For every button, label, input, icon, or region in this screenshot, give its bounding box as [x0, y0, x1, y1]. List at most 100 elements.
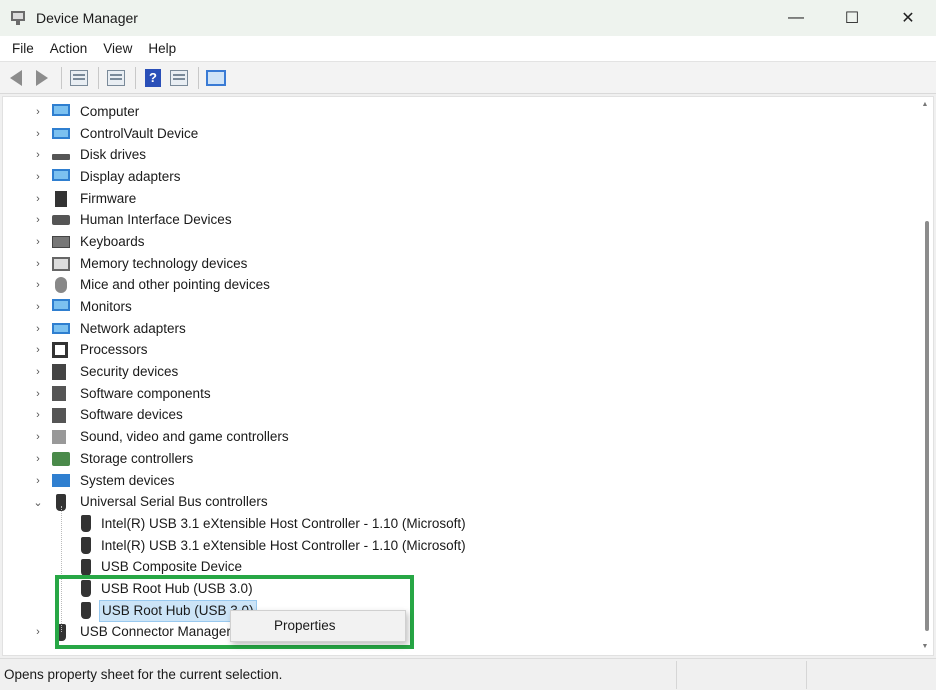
tree-category-hid[interactable]: › Human Interface Devices: [3, 209, 917, 231]
status-cell: [806, 661, 936, 689]
tree-category-controlvault[interactable]: › ControlVault Device: [3, 123, 917, 145]
expand-chevron-icon[interactable]: ›: [31, 213, 45, 227]
back-button[interactable]: [4, 66, 28, 90]
toolbar-separator: [61, 66, 62, 89]
toolbar: ?: [0, 62, 936, 94]
tree-label: Computer: [80, 103, 140, 119]
tree-label: Processors: [80, 342, 148, 358]
expand-chevron-icon[interactable]: ›: [31, 452, 45, 466]
scan-hardware-button[interactable]: [204, 66, 228, 90]
mouse-icon: [55, 277, 67, 294]
status-text: Opens property sheet for the current sel…: [4, 667, 283, 682]
expand-chevron-icon[interactable]: ›: [31, 170, 45, 184]
tree-category-sound[interactable]: › Sound, video and game controllers: [3, 426, 917, 448]
scroll-up-icon[interactable]: ▲: [921, 101, 929, 109]
tree-category-memory[interactable]: › Memory technology devices: [3, 253, 917, 275]
expand-chevron-icon[interactable]: ›: [31, 322, 45, 336]
properties-toolbar-button[interactable]: [104, 66, 128, 90]
show-hide-console-tree-button[interactable]: [67, 66, 91, 90]
tree-category-network-adapters[interactable]: › Network adapters: [3, 318, 917, 340]
disk-drive-icon: [52, 154, 70, 161]
action-pane-icon: [170, 69, 188, 86]
collapse-chevron-icon[interactable]: ⌄: [31, 495, 45, 509]
expand-chevron-icon[interactable]: ›: [31, 127, 45, 141]
expand-chevron-icon[interactable]: ›: [31, 343, 45, 357]
tree-category-software-devices[interactable]: › Software devices: [3, 405, 917, 427]
tree-category-keyboards[interactable]: › Keyboards: [3, 231, 917, 253]
storage-controller-icon: [52, 451, 70, 466]
help-button[interactable]: ?: [141, 66, 165, 90]
scrollbar-thumb[interactable]: [925, 221, 929, 631]
tree-category-system-devices[interactable]: › System devices: [3, 470, 917, 492]
action-pane-button[interactable]: [167, 66, 191, 90]
window-title: Device Manager: [36, 10, 138, 26]
expand-chevron-icon[interactable]: ›: [31, 192, 45, 206]
status-bar: Opens property sheet for the current sel…: [0, 658, 936, 690]
tree-label: Memory technology devices: [80, 255, 248, 271]
usb-device-icon: [81, 537, 91, 555]
forward-arrow-icon: [36, 69, 48, 86]
network-adapter-icon: [52, 323, 70, 335]
context-menu-properties[interactable]: Properties: [234, 614, 402, 638]
tree-category-security-devices[interactable]: › Security devices: [3, 361, 917, 383]
expand-chevron-icon[interactable]: ›: [31, 430, 45, 444]
software-device-icon: [52, 407, 66, 423]
tree-device-usb-host-controller[interactable]: Intel(R) USB 3.1 eXtensible Host Control…: [3, 513, 917, 535]
tree-label: Universal Serial Bus controllers: [80, 494, 268, 510]
toolbar-separator: [135, 66, 136, 89]
tree-label: ControlVault Device: [80, 125, 199, 141]
tree-label: Network adapters: [80, 320, 186, 336]
tree-label: Software devices: [80, 407, 183, 423]
expand-chevron-icon[interactable]: ›: [31, 365, 45, 379]
usb-device-icon: [81, 558, 91, 576]
scroll-down-icon[interactable]: ▼: [921, 643, 929, 651]
toolbar-separator: [98, 66, 99, 89]
menu-bar: File Action View Help: [0, 36, 936, 62]
menu-file[interactable]: File: [4, 36, 42, 62]
sound-icon: [52, 430, 66, 445]
keyboard-icon: [52, 236, 70, 249]
tree-category-display-adapters[interactable]: › Display adapters: [3, 166, 917, 188]
tree-label: Software components: [80, 385, 211, 401]
device-manager-icon: [10, 9, 28, 27]
tree-label: Intel(R) USB 3.1 eXtensible Host Control…: [101, 515, 466, 531]
tree-label: Human Interface Devices: [80, 212, 232, 228]
menu-action[interactable]: Action: [42, 36, 96, 62]
context-menu: Properties: [230, 610, 406, 642]
tree-device-usb-host-controller[interactable]: Intel(R) USB 3.1 eXtensible Host Control…: [3, 535, 917, 557]
maximize-button[interactable]: ☐: [824, 0, 880, 36]
menu-view[interactable]: View: [95, 36, 140, 62]
memory-icon: [52, 256, 70, 271]
device-tree-pane[interactable]: › Computer › ControlVault Device › Disk …: [2, 96, 934, 656]
expand-chevron-icon[interactable]: ›: [31, 148, 45, 162]
hid-icon: [52, 215, 70, 226]
title-bar: Device Manager — ☐ ✕: [0, 0, 936, 36]
tree-category-software-components[interactable]: › Software components: [3, 383, 917, 405]
tree-category-usb-controllers[interactable]: ⌄ Universal Serial Bus controllers: [3, 491, 917, 513]
forward-button[interactable]: [30, 66, 54, 90]
expand-chevron-icon[interactable]: ›: [31, 625, 45, 639]
expand-chevron-icon[interactable]: ›: [31, 257, 45, 271]
expand-chevron-icon[interactable]: ›: [31, 300, 45, 314]
tree-category-processors[interactable]: › Processors: [3, 340, 917, 362]
expand-chevron-icon[interactable]: ›: [31, 474, 45, 488]
tree-category-disk-drives[interactable]: › Disk drives: [3, 144, 917, 166]
tree-label: Firmware: [80, 190, 137, 206]
expand-chevron-icon[interactable]: ›: [31, 105, 45, 119]
expand-chevron-icon[interactable]: ›: [31, 235, 45, 249]
back-arrow-icon: [10, 69, 22, 86]
scan-hardware-icon: [206, 69, 226, 86]
tree-category-firmware[interactable]: › Firmware: [3, 188, 917, 210]
system-device-icon: [52, 474, 70, 488]
menu-help[interactable]: Help: [140, 36, 184, 62]
properties-icon: [107, 69, 125, 86]
expand-chevron-icon[interactable]: ›: [31, 408, 45, 422]
minimize-button[interactable]: —: [768, 0, 824, 36]
expand-chevron-icon[interactable]: ›: [31, 387, 45, 401]
expand-chevron-icon[interactable]: ›: [31, 278, 45, 292]
tree-category-computer[interactable]: › Computer: [3, 101, 917, 123]
tree-category-mice[interactable]: › Mice and other pointing devices: [3, 275, 917, 297]
close-button[interactable]: ✕: [880, 0, 936, 36]
tree-category-storage-controllers[interactable]: › Storage controllers: [3, 448, 917, 470]
tree-category-monitors[interactable]: › Monitors: [3, 296, 917, 318]
